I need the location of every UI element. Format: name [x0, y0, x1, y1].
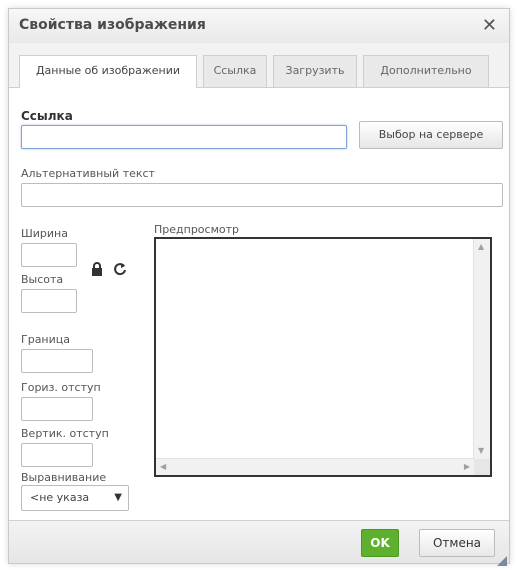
- hspace-label: Гориз. отступ: [21, 381, 101, 394]
- tab-image-info[interactable]: Данные об изображении: [19, 55, 197, 88]
- alt-text-label: Альтернативный текст: [21, 167, 155, 180]
- width-input[interactable]: [21, 243, 77, 267]
- image-properties-dialog: Свойства изображения ✕ Данные об изображ…: [8, 8, 510, 566]
- dialog-titlebar[interactable]: Свойства изображения ✕: [9, 9, 509, 44]
- align-label: Выравнивание: [21, 471, 107, 484]
- preview-label: Предпросмотр: [154, 223, 239, 236]
- ok-button[interactable]: OK: [361, 529, 399, 557]
- hspace-input[interactable]: [21, 397, 93, 421]
- height-label: Высота: [21, 273, 64, 286]
- browse-server-button[interactable]: Выбор на сервере: [359, 121, 503, 149]
- scroll-left-icon[interactable]: ◀: [160, 463, 166, 471]
- scroll-down-icon[interactable]: ▼: [478, 447, 484, 455]
- preview-area: ▲ ▼ ◀ ▶: [154, 237, 492, 477]
- refresh-icon[interactable]: [113, 261, 127, 280]
- align-select[interactable]: <не указа ▼: [21, 485, 129, 511]
- url-input[interactable]: [21, 125, 347, 149]
- align-select-value: <не указа: [30, 491, 90, 504]
- border-input[interactable]: [21, 349, 93, 373]
- preview-vertical-scrollbar[interactable]: ▲ ▼: [473, 239, 490, 459]
- vspace-label: Вертик. отступ: [21, 427, 109, 440]
- vspace-input[interactable]: [21, 443, 93, 467]
- tab-advanced[interactable]: Дополнительно: [363, 55, 489, 87]
- dialog-title: Свойства изображения: [19, 17, 206, 33]
- scrollbar-corner: [474, 459, 490, 475]
- cancel-button[interactable]: Отмена: [419, 529, 495, 557]
- alt-text-input[interactable]: [21, 183, 503, 207]
- chevron-down-icon: ▼: [114, 492, 122, 503]
- lock-icon[interactable]: [91, 261, 103, 280]
- height-input[interactable]: [21, 289, 77, 313]
- dialog-footer: OK Отмена: [9, 520, 509, 566]
- width-label: Ширина: [21, 227, 68, 240]
- scroll-up-icon[interactable]: ▲: [478, 243, 484, 251]
- tab-bar: Данные об изображении Ссылка Загрузить Д…: [9, 43, 509, 88]
- url-label: Ссылка: [21, 109, 73, 123]
- resize-grip-icon[interactable]: [497, 551, 507, 566]
- scroll-right-icon[interactable]: ▶: [464, 463, 470, 471]
- tab-link[interactable]: Ссылка: [203, 55, 267, 87]
- preview-horizontal-scrollbar[interactable]: ◀ ▶: [156, 458, 474, 475]
- border-label: Граница: [21, 333, 71, 346]
- tab-upload[interactable]: Загрузить: [273, 55, 357, 87]
- close-icon[interactable]: ✕: [482, 15, 497, 36]
